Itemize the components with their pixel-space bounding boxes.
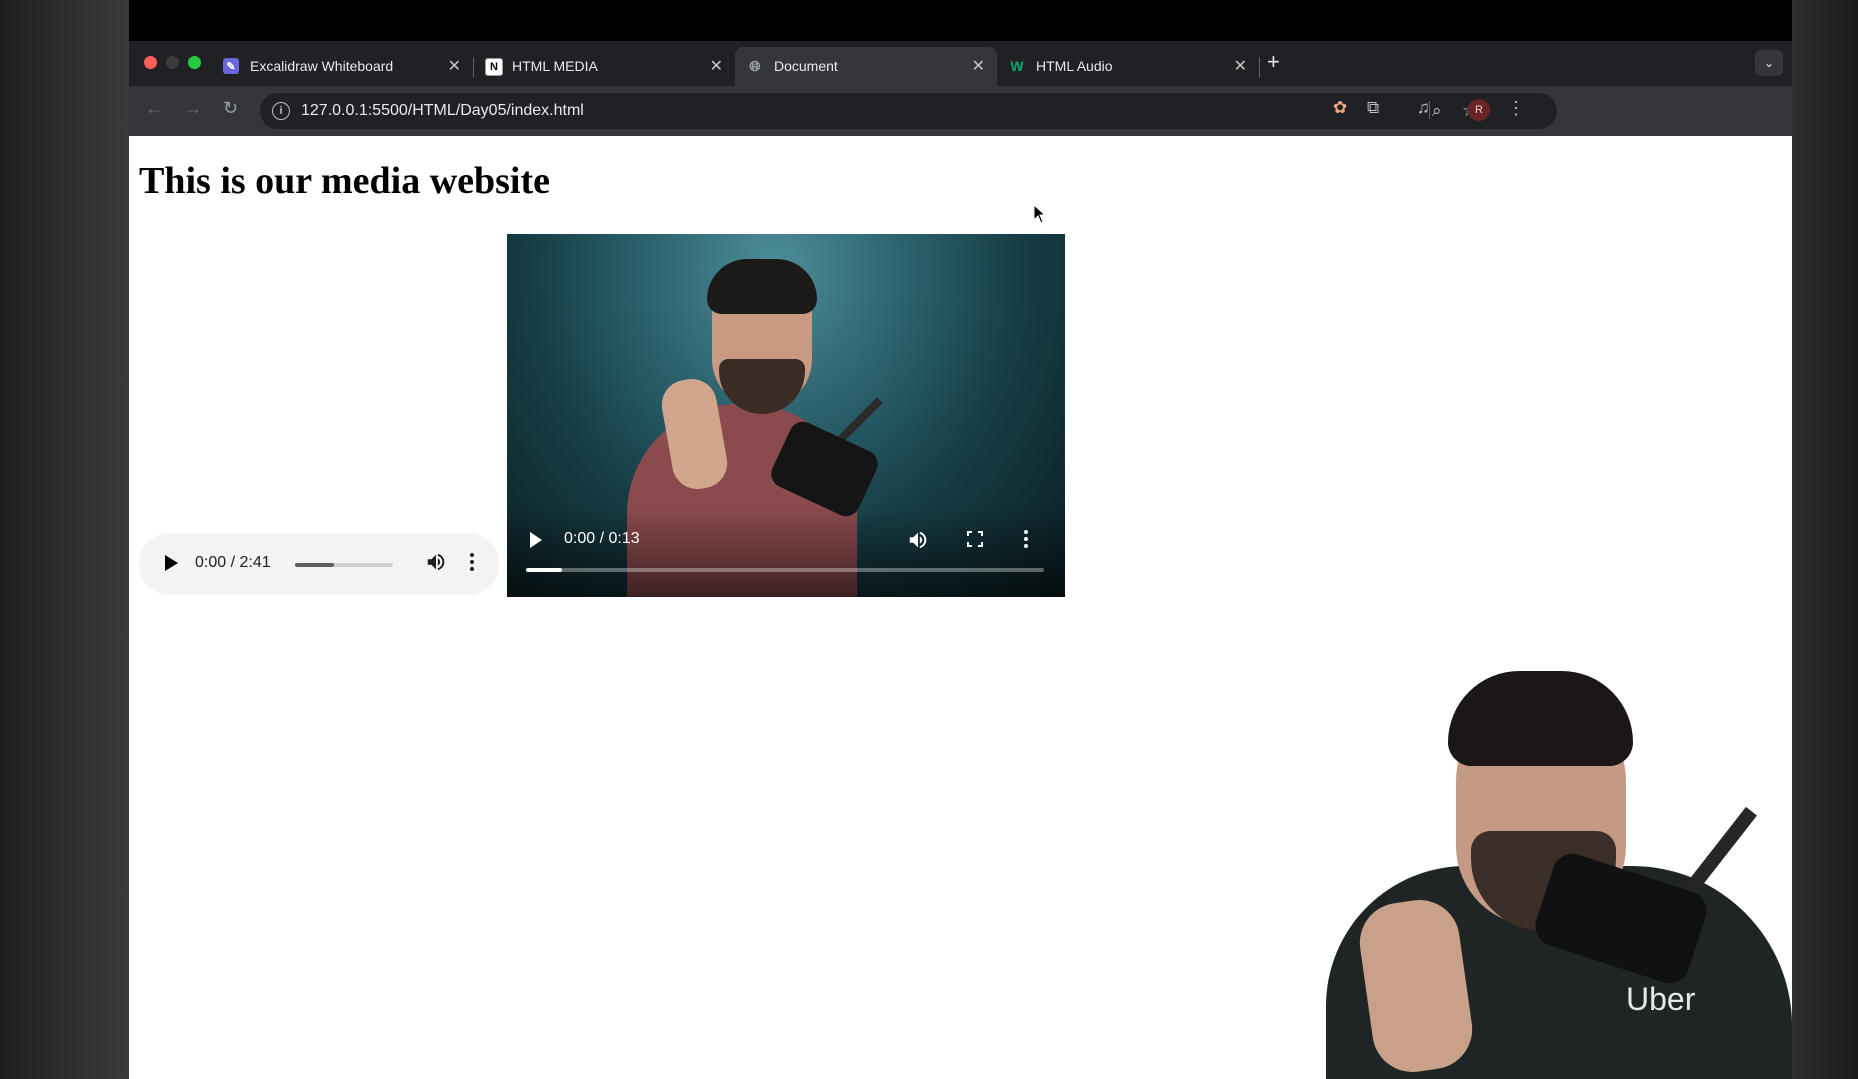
tab-excalidraw[interactable]: ✎ Excalidraw Whiteboard ✕	[211, 47, 474, 86]
video-person-hair	[707, 259, 817, 314]
backdrop-right	[1792, 0, 1858, 1079]
play-icon[interactable]	[530, 532, 542, 548]
presenter-hair	[1448, 671, 1633, 766]
audio-volume-fill	[295, 563, 335, 567]
close-icon[interactable]: ✕	[972, 56, 985, 76]
menu-icon[interactable]: ⋮	[1507, 98, 1525, 119]
browser-toolbar: ← → ↻ i 127.0.0.1:5500/HTML/Day05/index.…	[129, 86, 1792, 136]
tab-strip: ✎ Excalidraw Whiteboard ✕ N HTML MEDIA ✕…	[129, 41, 1792, 86]
tab-document[interactable]: 🌐︎ Document ✕	[735, 47, 997, 86]
reload-button[interactable]: ↻	[223, 98, 238, 119]
extensions-puzzle-icon[interactable]: ⧉	[1367, 98, 1379, 118]
volume-icon[interactable]	[907, 529, 929, 551]
chevron-down-icon: ⌄	[1763, 56, 1775, 70]
address-bar[interactable]: i 127.0.0.1:5500/HTML/Day05/index.html ⌕…	[260, 93, 1557, 129]
video-progress-bar[interactable]	[526, 568, 1044, 572]
page-heading: This is our media website	[139, 160, 551, 202]
screen-top-bar	[129, 0, 1792, 41]
video-controls-shade	[507, 507, 1065, 597]
browser-window: ✎ Excalidraw Whiteboard ✕ N HTML MEDIA ✕…	[129, 41, 1792, 1079]
zoom-icon[interactable]: ⌕	[1432, 101, 1442, 121]
tab-html-audio[interactable]: W HTML Audio ✕	[997, 47, 1260, 86]
profile-avatar[interactable]: R	[1468, 99, 1490, 121]
globe-icon: 🌐︎	[749, 57, 761, 74]
backdrop-left	[0, 0, 129, 1079]
fullscreen-icon[interactable]	[967, 531, 983, 547]
video-time: 0:00 / 0:13	[564, 530, 640, 547]
audio-player[interactable]: 0:00 / 2:41	[139, 533, 499, 595]
shirt-logo-text: Uber	[1626, 981, 1696, 1017]
tab-separator	[1259, 57, 1260, 77]
tab-label: Excalidraw Whiteboard	[250, 58, 394, 74]
tab-search-button[interactable]: ⌄	[1755, 50, 1783, 76]
close-icon[interactable]: ✕	[1234, 56, 1247, 76]
volume-icon[interactable]	[425, 551, 447, 573]
excalidraw-icon: ✎	[223, 58, 239, 74]
tab-label: Document	[774, 58, 838, 74]
maximize-window-button[interactable]	[188, 56, 201, 69]
tab-label: HTML MEDIA	[512, 58, 598, 74]
tab-label: HTML Audio	[1036, 58, 1113, 74]
media-controls-icon[interactable]: ♫	[1417, 98, 1430, 118]
video-player[interactable]: 0:00 / 0:13	[507, 234, 1065, 597]
w3schools-icon: W	[1010, 58, 1024, 74]
audio-time: 0:00 / 2:41	[195, 554, 271, 571]
close-icon[interactable]: ✕	[448, 56, 461, 76]
site-info-icon[interactable]: i	[272, 102, 290, 120]
notion-icon: N	[485, 58, 503, 76]
more-options-icon[interactable]	[470, 553, 474, 574]
tab-html-media[interactable]: N HTML MEDIA ✕	[473, 47, 735, 86]
minimize-window-button[interactable]	[166, 56, 179, 69]
close-icon[interactable]: ✕	[710, 56, 723, 76]
back-button[interactable]: ←	[145, 98, 163, 119]
mouse-cursor-icon	[1033, 204, 1047, 224]
new-tab-button[interactable]: +	[1267, 49, 1280, 75]
presenter-webcam-overlay: Uber	[1326, 671, 1792, 1079]
close-window-button[interactable]	[144, 56, 157, 69]
more-options-icon[interactable]	[1024, 530, 1028, 551]
forward-button[interactable]: →	[184, 98, 202, 119]
video-progress-fill	[526, 568, 563, 572]
page-content: This is our media website 0:00 / 2:41 0:…	[129, 136, 1792, 1079]
extension-icon[interactable]: ✿	[1333, 98, 1347, 118]
play-icon[interactable]	[165, 555, 178, 571]
audio-volume-slider[interactable]	[295, 563, 393, 567]
url-text[interactable]: 127.0.0.1:5500/HTML/Day05/index.html	[301, 102, 584, 120]
